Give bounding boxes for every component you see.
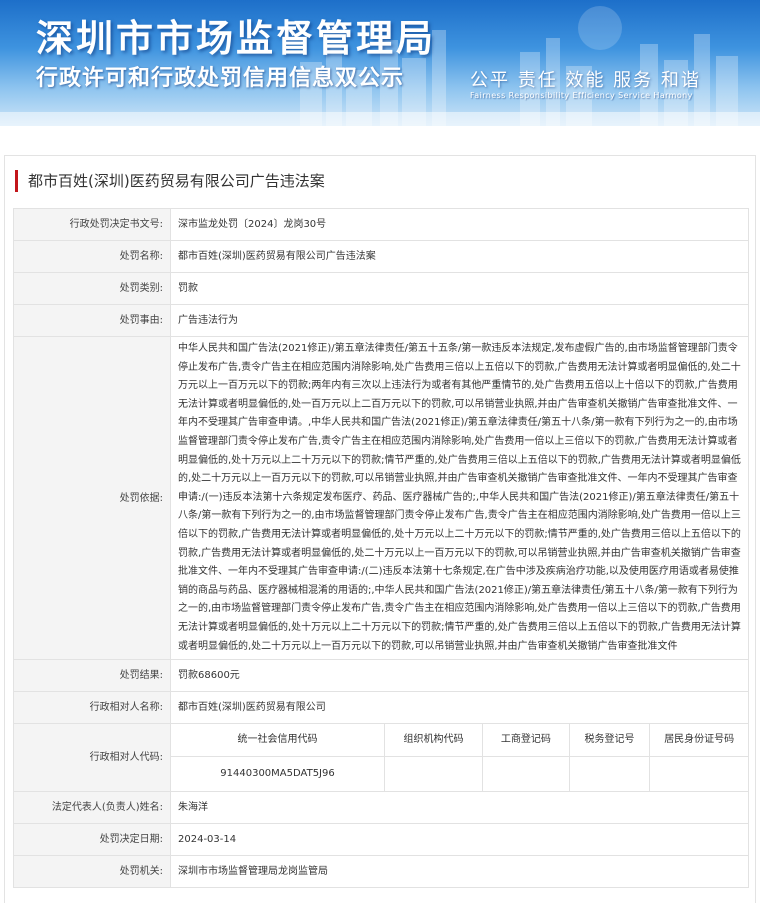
- reason-value: 广告违法行为: [170, 304, 749, 337]
- category-value: 罚款: [170, 272, 749, 305]
- code-value-id: [649, 755, 748, 792]
- row-party-name: 行政相对人名称: 都市百姓(深圳)医药贸易有限公司: [13, 691, 749, 725]
- party-name-label: 行政相对人名称:: [13, 691, 171, 725]
- decision-date-value: 2024-03-14: [170, 823, 749, 857]
- case-info-table: 行政处罚决定书文号: 深市监龙处罚〔2024〕龙岗30号 处罚名称: 都市百姓(…: [13, 208, 749, 889]
- code-header-business: 工商登记码: [482, 724, 570, 757]
- basis-value: 中华人民共和国广告法(2021修正)/第五章法律责任/第五十五条/第一款违反本法…: [170, 335, 749, 661]
- party-code-value-row: 91440300MA5DAT5J96: [171, 755, 748, 792]
- code-header-id: 居民身份证号码: [649, 724, 748, 757]
- code-value-credit: 91440300MA5DAT5J96: [171, 755, 385, 792]
- legal-rep-label: 法定代表人(负责人)姓名:: [13, 791, 171, 825]
- decision-no-label: 行政处罚决定书文号:: [13, 208, 171, 241]
- party-code-cell: 统一社会信用代码 组织机构代码 工商登记码 税务登记号 居民身份证号码 9144…: [170, 723, 749, 793]
- result-value: 罚款68600元: [170, 659, 749, 693]
- case-detail-panel: 都市百姓(深圳)医药贸易有限公司广告违法案 行政处罚决定书文号: 深市监龙处罚〔…: [4, 155, 756, 903]
- decision-date-label: 处罚决定日期:: [13, 823, 171, 857]
- slogan: 公平 责任 效能 服务 和谐: [470, 70, 701, 91]
- row-authority: 处罚机关: 深圳市市场监督管理局龙岗监管局: [13, 855, 749, 889]
- row-legal-rep: 法定代表人(负责人)姓名: 朱海洋: [13, 791, 749, 825]
- legal-rep-value: 朱海洋: [170, 791, 749, 825]
- slogan-english: Fairness Responsibility Efficiency Servi…: [470, 91, 693, 100]
- row-decision-no: 行政处罚决定书文号: 深市监龙处罚〔2024〕龙岗30号: [13, 208, 749, 241]
- case-name-label: 处罚名称:: [13, 240, 171, 273]
- authority-label: 处罚机关:: [13, 855, 171, 889]
- basis-label: 处罚依据:: [13, 335, 171, 661]
- code-header-org: 组织机构代码: [383, 724, 484, 757]
- row-category: 处罚类别: 罚款: [13, 272, 749, 305]
- site-subtitle: 行政许可和行政处罚信用信息双公示: [36, 66, 405, 91]
- party-code-table: 统一社会信用代码 组织机构代码 工商登记码 税务登记号 居民身份证号码 9144…: [171, 724, 748, 792]
- case-name-value: 都市百姓(深圳)医药贸易有限公司广告违法案: [170, 240, 749, 273]
- party-code-header-row: 统一社会信用代码 组织机构代码 工商登记码 税务登记号 居民身份证号码: [171, 724, 748, 757]
- row-case-name: 处罚名称: 都市百姓(深圳)医药贸易有限公司广告违法案: [13, 240, 749, 273]
- code-header-credit: 统一社会信用代码: [171, 724, 385, 757]
- row-basis: 处罚依据: 中华人民共和国广告法(2021修正)/第五章法律责任/第五十五条/第…: [13, 335, 749, 661]
- code-value-org: [383, 755, 484, 792]
- result-label: 处罚结果:: [13, 659, 171, 693]
- row-decision-date: 处罚决定日期: 2024-03-14: [13, 823, 749, 857]
- row-result: 处罚结果: 罚款68600元: [13, 659, 749, 693]
- code-value-tax: [568, 755, 651, 792]
- authority-value: 深圳市市场监督管理局龙岗监管局: [170, 855, 749, 889]
- case-title: 都市百姓(深圳)医药贸易有限公司广告违法案: [15, 170, 325, 192]
- party-name-value: 都市百姓(深圳)医药贸易有限公司: [170, 691, 749, 725]
- category-label: 处罚类别:: [13, 272, 171, 305]
- row-reason: 处罚事由: 广告违法行为: [13, 304, 749, 337]
- site-title: 深圳市市场监督管理局: [36, 17, 436, 60]
- code-header-tax: 税务登记号: [568, 724, 651, 757]
- code-value-business: [482, 755, 570, 792]
- header-banner: 深圳市市场监督管理局 行政许可和行政处罚信用信息双公示 公平 责任 效能 服务 …: [0, 0, 760, 126]
- row-party-code: 行政相对人代码: 统一社会信用代码 组织机构代码 工商登记码 税务登记号 居民身…: [13, 723, 749, 793]
- decision-no-value: 深市监龙处罚〔2024〕龙岗30号: [170, 208, 749, 241]
- party-code-label: 行政相对人代码:: [13, 723, 171, 793]
- reason-label: 处罚事由:: [13, 304, 171, 337]
